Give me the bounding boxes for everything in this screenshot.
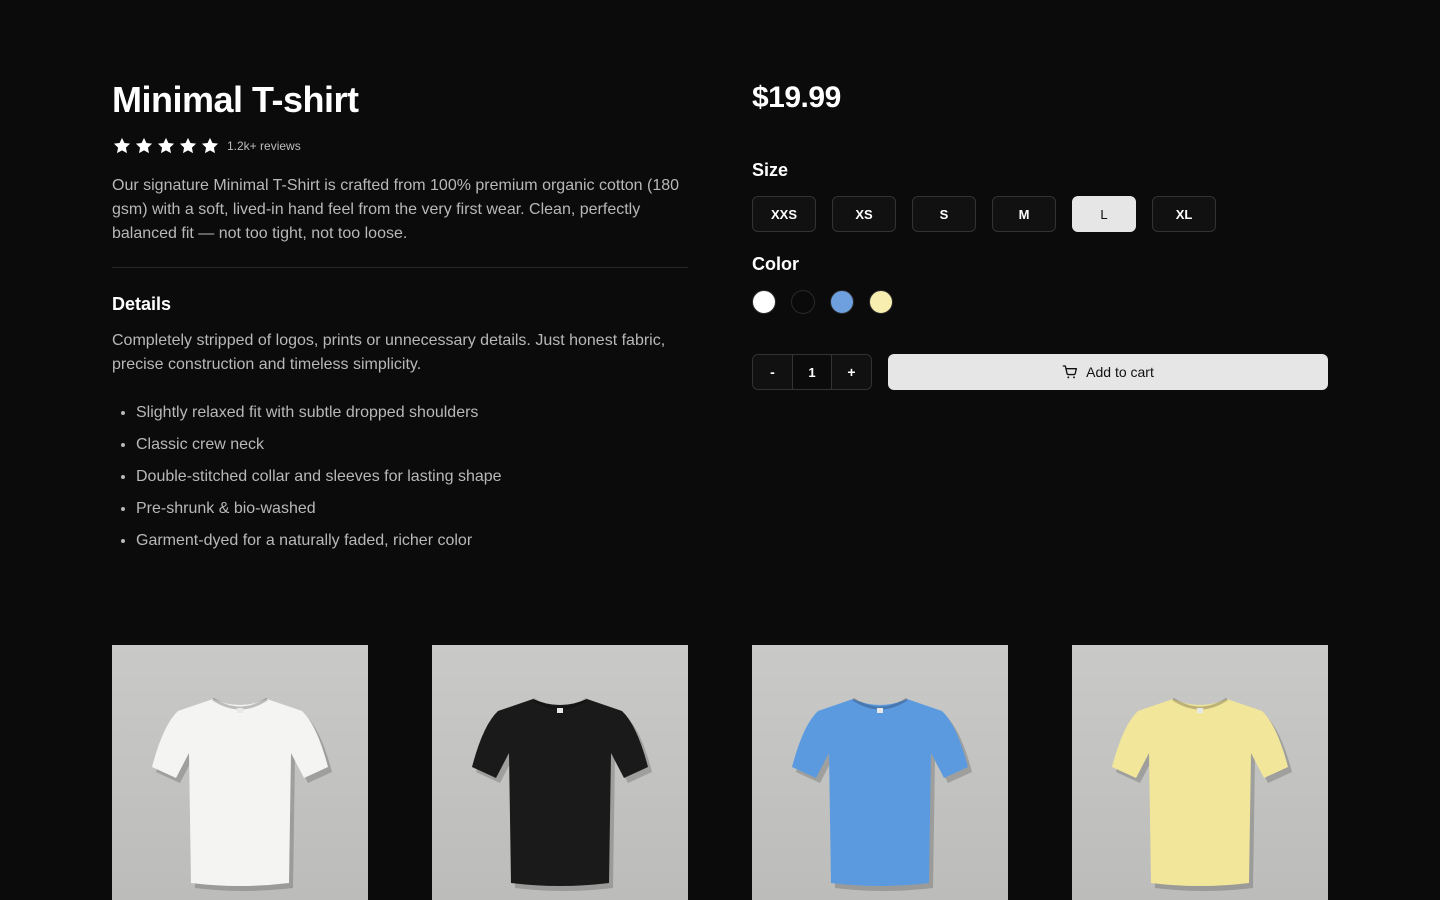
decrement-button[interactable]: - <box>753 355 792 389</box>
product-image-white[interactable] <box>112 645 368 900</box>
review-count[interactable]: 1.2k+ reviews <box>227 139 301 153</box>
feature-list: Slightly relaxed fit with subtle dropped… <box>112 401 688 553</box>
details-text: Completely stripped of logos, prints or … <box>112 332 666 373</box>
color-selector <box>752 290 1328 314</box>
size-option-s[interactable]: S <box>912 196 976 232</box>
color-swatch-yellow[interactable] <box>869 290 893 314</box>
color-swatch-black[interactable] <box>791 290 815 314</box>
product-description: Our signature Minimal T-Shirt is crafted… <box>112 177 680 242</box>
divider <box>112 267 688 268</box>
size-option-xl[interactable]: XL <box>1152 196 1216 232</box>
increment-button[interactable]: + <box>832 355 871 389</box>
tshirt-graphic <box>792 697 972 891</box>
feature-item: Pre-shrunk & bio-washed <box>136 497 688 521</box>
size-option-l[interactable]: L <box>1072 196 1136 232</box>
product-title: Minimal T-shirt <box>112 79 359 120</box>
star-icon <box>135 137 153 154</box>
quantity-stepper: - + <box>752 354 872 390</box>
rating: 1.2k+ reviews <box>112 136 688 156</box>
tshirt-graphic <box>152 697 332 891</box>
color-swatch-blue[interactable] <box>830 290 854 314</box>
size-label: Size <box>752 160 789 180</box>
cart-icon <box>1062 365 1078 379</box>
quantity-input[interactable] <box>792 355 832 389</box>
feature-item: Classic crew neck <box>136 433 688 457</box>
product-image-yellow[interactable] <box>1072 645 1328 900</box>
color-label: Color <box>752 254 799 274</box>
size-option-m[interactable]: M <box>992 196 1056 232</box>
star-rating <box>112 136 220 156</box>
product-info: Minimal T-shirt 1.2k+ reviews Our signat… <box>112 78 688 561</box>
purchase-panel: $19.99 Size XXS XS S M L XL Color - + Ad… <box>752 78 1328 390</box>
feature-item: Slightly relaxed fit with subtle dropped… <box>136 401 688 425</box>
star-icon <box>179 137 197 154</box>
star-icon <box>113 137 131 154</box>
product-price: $19.99 <box>752 81 841 114</box>
feature-item: Garment-dyed for a naturally faded, rich… <box>136 529 688 553</box>
details-heading: Details <box>112 294 172 314</box>
size-option-xxs[interactable]: XXS <box>752 196 816 232</box>
tshirt-graphic <box>472 697 652 891</box>
feature-item: Double-stitched collar and sleeves for l… <box>136 465 688 489</box>
cart-row: - + Add to cart <box>752 354 1328 390</box>
size-option-xs[interactable]: XS <box>832 196 896 232</box>
product-image-black[interactable] <box>432 645 688 900</box>
add-to-cart-label: Add to cart <box>1086 364 1154 380</box>
add-to-cart-button[interactable]: Add to cart <box>888 354 1328 390</box>
size-selector: XXS XS S M L XL <box>752 196 1328 232</box>
product-image-blue[interactable] <box>752 645 1008 900</box>
tshirt-graphic <box>1112 697 1292 891</box>
star-icon <box>201 137 219 154</box>
star-icon <box>157 137 175 154</box>
product-gallery <box>112 645 1328 900</box>
color-swatch-white[interactable] <box>752 290 776 314</box>
